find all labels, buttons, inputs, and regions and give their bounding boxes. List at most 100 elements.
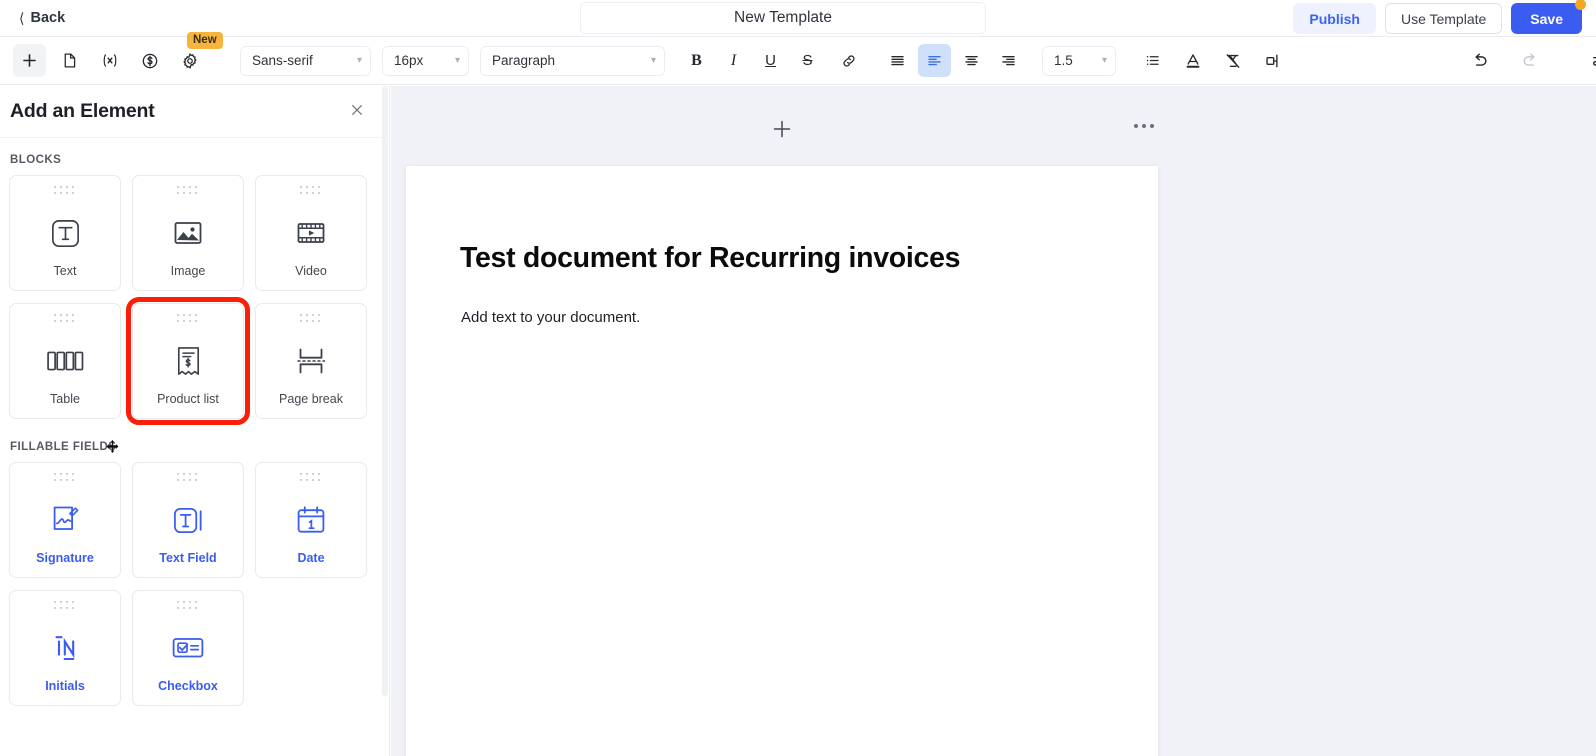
align-justify-button[interactable]: [881, 44, 914, 77]
pricing-button[interactable]: [133, 44, 166, 77]
font-color-button[interactable]: [1176, 44, 1209, 77]
drag-handle-icon[interactable]: [177, 314, 199, 323]
drag-handle-icon[interactable]: [300, 314, 322, 323]
element-card-date[interactable]: Date: [255, 462, 367, 578]
chevron-down-icon: ▾: [650, 55, 656, 66]
element-card-video[interactable]: Video: [255, 175, 367, 291]
redo-button[interactable]: [1513, 44, 1546, 77]
drag-handle-icon[interactable]: [177, 601, 199, 610]
align-center-button[interactable]: [955, 44, 988, 77]
strikethrough-button[interactable]: S: [791, 44, 824, 77]
ellipsis-icon: [1134, 124, 1154, 128]
editor-toolbar: New Sans-serif ▾ 16px ▾ Paragraph ▾ B I …: [0, 32, 1596, 85]
underline-button[interactable]: U: [754, 44, 787, 77]
dollar-circle-icon: [141, 52, 159, 70]
close-icon: [349, 102, 365, 123]
panel-scrollbar[interactable]: [382, 86, 388, 756]
line-height-select[interactable]: 1.5 ▾: [1042, 45, 1116, 76]
element-card-label: Text Field: [159, 551, 217, 565]
bulleted-list-icon: [1144, 52, 1161, 69]
sliders-icon: [1591, 51, 1596, 70]
document-title[interactable]: Test document for Recurring invoices: [460, 242, 960, 275]
undo-button[interactable]: [1464, 44, 1497, 77]
font-family-select[interactable]: Sans-serif ▾: [240, 45, 371, 76]
element-card-product-list[interactable]: Product list: [126, 297, 250, 425]
italic-button[interactable]: I: [717, 44, 750, 77]
variables-button[interactable]: [93, 44, 126, 77]
element-card-table[interactable]: Table: [9, 303, 121, 419]
align-left-icon: [926, 52, 943, 69]
link-icon: [840, 52, 858, 70]
save-button[interactable]: Save: [1511, 3, 1582, 34]
panel-title: Add an Element: [10, 100, 155, 122]
drag-handle-icon[interactable]: [54, 473, 76, 482]
canvas-toolbar-row: [391, 86, 1596, 166]
save-notification-dot: [1575, 0, 1586, 10]
header-actions: Publish Use Template Save: [1293, 0, 1586, 37]
video-icon: [295, 202, 327, 264]
element-card-checkbox[interactable]: Checkbox: [132, 590, 244, 706]
element-card-text[interactable]: Text: [9, 175, 121, 291]
toolbar-line-height-group: 1.5 ▾: [1042, 37, 1116, 85]
page-margins-button[interactable]: [1256, 44, 1289, 77]
plus-icon: [21, 52, 38, 69]
element-card-label: Checkbox: [158, 679, 218, 693]
element-card-text-field[interactable]: Text Field: [132, 462, 244, 578]
back-button-label: Back: [30, 10, 66, 26]
element-card-image[interactable]: Image: [132, 175, 244, 291]
drag-handle-icon[interactable]: [300, 186, 322, 195]
element-card-label: Video: [295, 264, 327, 278]
template-title-input[interactable]: [580, 2, 986, 34]
element-card-page-break[interactable]: Page break: [255, 303, 367, 419]
paragraph-style-select[interactable]: Paragraph ▾: [480, 45, 665, 76]
text-field-icon: [171, 489, 206, 551]
clear-formatting-icon: [1224, 52, 1242, 70]
font-color-icon: [1184, 52, 1202, 70]
clear-formatting-button[interactable]: [1216, 44, 1249, 77]
bold-button[interactable]: B: [680, 44, 713, 77]
drag-handle-icon[interactable]: [177, 186, 199, 195]
toolbar-extra-group: [1136, 37, 1289, 85]
element-card-label: Date: [297, 551, 325, 565]
element-card-label: Table: [50, 392, 80, 406]
align-left-button[interactable]: [918, 44, 951, 77]
element-card-label: Initials: [45, 679, 85, 693]
drag-handle-icon[interactable]: [54, 314, 76, 323]
redo-icon: [1520, 51, 1539, 70]
chevron-down-icon: ▾: [356, 55, 362, 66]
editor-preferences-button[interactable]: [1584, 44, 1596, 77]
document-body-text[interactable]: Add text to your document.: [461, 309, 640, 326]
add-block-button[interactable]: [770, 119, 794, 143]
font-size-select[interactable]: 16px ▾: [382, 45, 469, 76]
drag-handle-icon[interactable]: [54, 186, 76, 195]
toolbar-align-group: [881, 37, 1025, 85]
document-options-menu[interactable]: [1134, 124, 1154, 128]
page-margins-icon: [1264, 52, 1282, 70]
chevron-down-icon: ▾: [1101, 55, 1107, 66]
element-card-signature[interactable]: Signature: [9, 462, 121, 578]
drag-handle-icon[interactable]: [177, 473, 199, 482]
blocks-grid: Text Image Video Table Product list Page…: [0, 175, 389, 425]
document-page[interactable]: Test document for Recurring invoices Add…: [406, 166, 1158, 756]
plus-icon: [771, 118, 793, 145]
add-element-button[interactable]: [13, 44, 46, 77]
link-button[interactable]: [832, 44, 865, 77]
use-template-button[interactable]: Use Template: [1384, 3, 1503, 34]
page-template-button[interactable]: [53, 44, 86, 77]
element-card-initials[interactable]: Initials: [9, 590, 121, 706]
font-size-value: 16px: [394, 53, 424, 68]
variable-x-icon: [100, 52, 120, 69]
section-label-fillable-fields: FILLABLE FIELDS: [10, 441, 117, 453]
bulleted-list-button[interactable]: [1136, 44, 1169, 77]
back-button[interactable]: ⟨ Back: [19, 10, 65, 26]
drag-handle-icon[interactable]: [300, 473, 322, 482]
drag-handle-icon[interactable]: [54, 601, 76, 610]
align-right-button[interactable]: [992, 44, 1025, 77]
align-right-icon: [1000, 52, 1017, 69]
close-panel-button[interactable]: [347, 102, 367, 122]
settings-button[interactable]: New: [173, 32, 223, 77]
publish-button[interactable]: Publish: [1293, 3, 1376, 34]
align-justify-icon: [889, 52, 906, 69]
date-icon: [295, 489, 327, 551]
element-card-label: Text: [53, 264, 77, 278]
